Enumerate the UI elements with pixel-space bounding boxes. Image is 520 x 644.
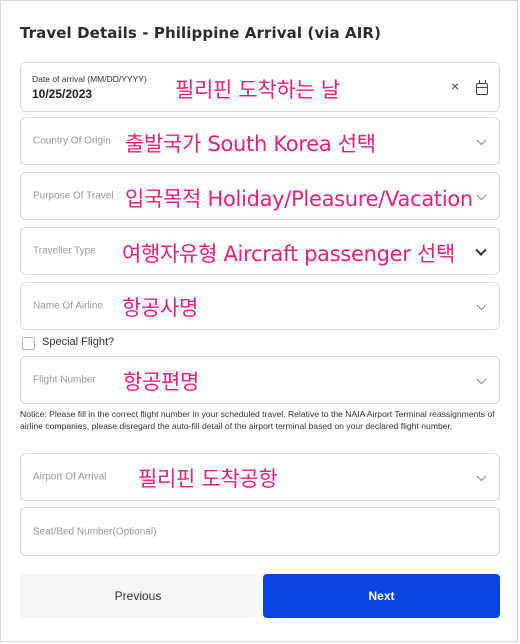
- chevron-down-icon: [476, 135, 487, 146]
- annotation-airport-of-arrival: 필리핀 도착공항: [138, 467, 278, 491]
- annotation-name-of-airline: 항공사명: [122, 296, 199, 320]
- traveller-type-placeholder: Traveller Type: [33, 245, 96, 257]
- calendar-icon[interactable]: [476, 80, 488, 95]
- chevron-down-icon: [475, 244, 487, 256]
- annotation-traveller-type: 여행자유형 Aircraft passenger 선택: [122, 242, 456, 266]
- date-of-arrival-label: Date of arrival (MM/DD/YYYY): [32, 74, 147, 84]
- flight-number-notice: Notice: Please fill in the correct fligh…: [20, 409, 495, 431]
- flight-number-select[interactable]: Flight Number: [20, 356, 500, 404]
- name-of-airline-placeholder: Name Of Airline: [33, 300, 104, 312]
- annotation-country-of-origin: 출발국가 South Korea 선택: [125, 132, 376, 156]
- chevron-down-icon: [476, 374, 487, 385]
- annotation-purpose-of-travel: 입국목적 Holiday/Pleasure/Vacation: [125, 187, 473, 211]
- chevron-down-icon: [476, 471, 487, 482]
- special-flight-label: Special Flight?: [42, 336, 115, 348]
- seat-bed-number-placeholder: Seat/Bed Number(Optional): [33, 526, 157, 537]
- seat-bed-number-input[interactable]: Seat/Bed Number(Optional): [20, 507, 500, 556]
- next-button[interactable]: Next: [263, 574, 500, 618]
- annotation-date-of-arrival: 필리핀 도착하는 날: [175, 78, 340, 102]
- date-of-arrival-value: 10/25/2023: [32, 87, 93, 101]
- name-of-airline-select[interactable]: Name Of Airline: [20, 282, 500, 330]
- airport-of-arrival-placeholder: Airport Of Arrival: [33, 471, 107, 483]
- page-title: Travel Details - Philippine Arrival (via…: [20, 24, 382, 42]
- chevron-down-icon: [476, 190, 487, 201]
- special-flight-checkbox[interactable]: [22, 337, 35, 350]
- clear-icon[interactable]: ×: [451, 78, 459, 94]
- chevron-down-icon: [476, 300, 487, 311]
- annotation-flight-number: 항공편명: [123, 370, 200, 394]
- country-of-origin-placeholder: Country Of Origin: [33, 135, 111, 147]
- purpose-of-travel-placeholder: Purpose Of Travel: [33, 190, 114, 202]
- flight-number-placeholder: Flight Number: [33, 374, 96, 386]
- previous-button[interactable]: Previous: [20, 574, 256, 618]
